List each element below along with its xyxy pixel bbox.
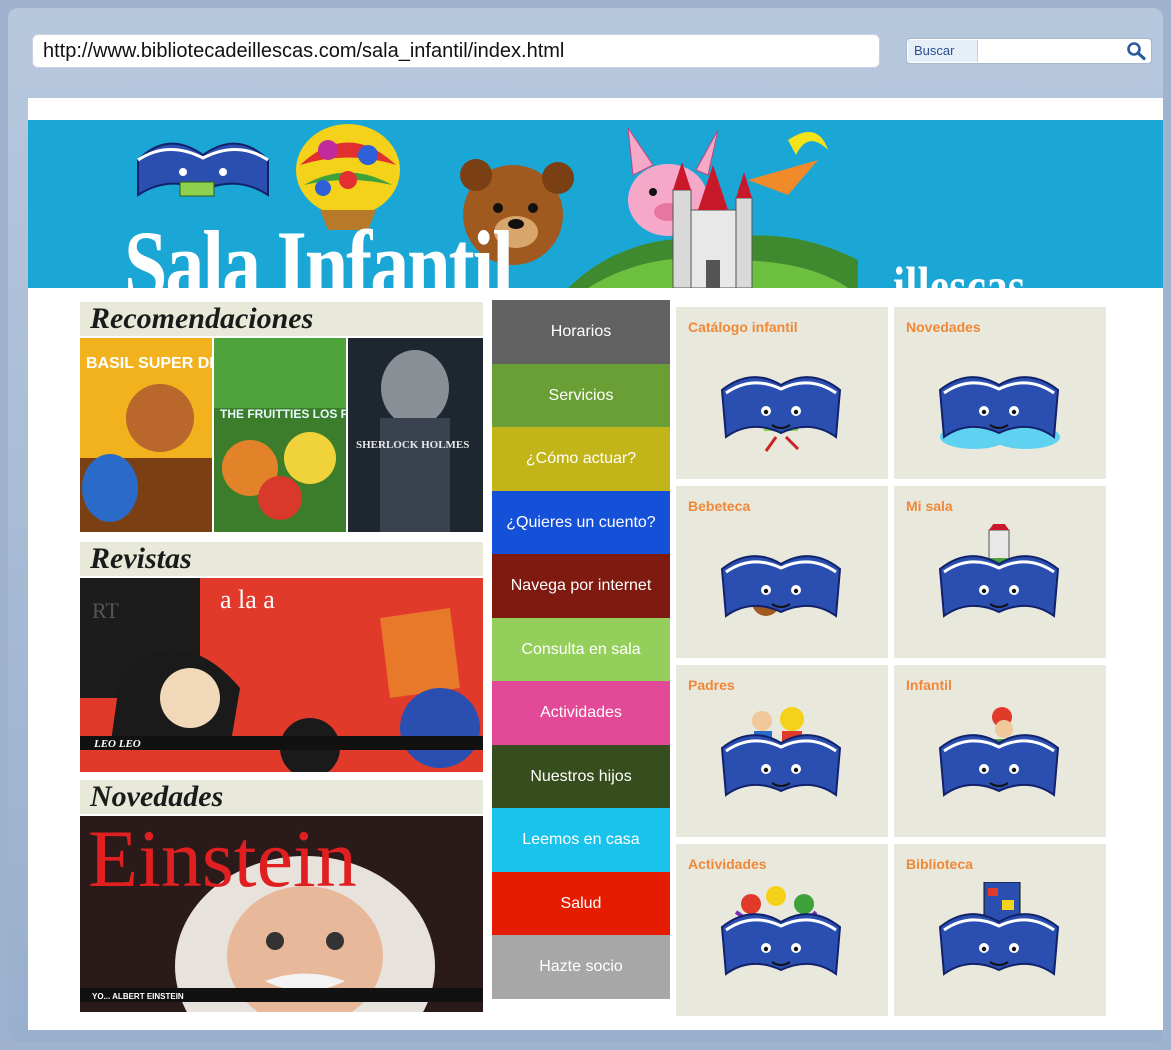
- book-toys-icon: [716, 524, 846, 639]
- search-box: Buscar: [906, 38, 1152, 64]
- menu-item-label: Nuestros hijos: [530, 767, 632, 785]
- category-tile[interactable]: Biblioteca: [894, 844, 1106, 1016]
- tile-label: Catálogo infantil: [688, 319, 798, 335]
- cover-sherlock-title: SHERLOCK HOLMES: [356, 439, 469, 451]
- book-clouds-icon: [934, 345, 1064, 460]
- category-tile[interactable]: Bebeteca: [676, 486, 888, 658]
- category-tile[interactable]: Padres: [676, 665, 888, 837]
- tile-label: Biblioteca: [906, 856, 973, 872]
- cover-sherlock: SHERLOCK HOLMES: [348, 338, 483, 532]
- book-cover-title: Einstein: [88, 816, 357, 904]
- search-input[interactable]: [981, 40, 1121, 62]
- magazine-cover-text: a la a: [220, 585, 275, 614]
- main-menu: Horarios Servicios ¿Cómo actuar? ¿Quieres u…: [492, 300, 670, 999]
- menu-item-label: Navega por internet: [510, 577, 652, 595]
- menu-item[interactable]: Servicios: [492, 363, 670, 427]
- menu-item[interactable]: Actividades: [492, 681, 670, 745]
- category-tile[interactable]: Catálogo infantil: [676, 307, 888, 479]
- menu-item-label: Hazte socio: [539, 958, 623, 976]
- tile-label: Actividades: [688, 856, 767, 872]
- menu-item-label: Actividades: [540, 704, 622, 722]
- search-icon: [1127, 42, 1146, 61]
- category-tile[interactable]: Mi sala: [894, 486, 1106, 658]
- menu-item[interactable]: ¿Quieres un cuento?: [492, 490, 670, 554]
- search-label: Buscar: [908, 40, 978, 62]
- banner-title: Sala Infantil: [124, 209, 514, 288]
- magazine-footer-text: LEO LEO: [93, 738, 141, 750]
- menu-item[interactable]: Navega por internet: [492, 554, 670, 618]
- section-title-novedades: Novedades: [80, 780, 483, 814]
- tile-label: Novedades: [906, 319, 981, 335]
- menu-item[interactable]: Hazte socio: [492, 935, 670, 999]
- section-revistas: Revistas: [80, 542, 483, 576]
- menu-item-label: ¿Cómo actuar?: [525, 450, 637, 468]
- menu-item-label: Consulta en sala: [521, 640, 641, 658]
- tile-label: Padres: [688, 677, 735, 693]
- book-family-icon: [716, 703, 846, 818]
- category-tile[interactable]: Actividades: [676, 844, 888, 1016]
- menu-item[interactable]: Horarios: [492, 300, 670, 364]
- section-title-recomendaciones: Recomendaciones: [80, 302, 483, 336]
- menu-item-label: Servicios: [548, 386, 614, 404]
- menu-item[interactable]: Nuestros hijos: [492, 744, 670, 808]
- section-title-revistas: Revistas: [80, 542, 483, 576]
- book-child-icon: [934, 703, 1064, 818]
- menu-item[interactable]: Consulta en sala: [492, 617, 670, 681]
- book-crafts-icon: [716, 882, 846, 997]
- page-content: Sala Infantil illescas Recomendaciones B…: [28, 98, 1163, 1030]
- magazine-cover[interactable]: a la a RT LEO LEO: [80, 578, 483, 772]
- menu-item-label: Horarios: [550, 323, 612, 341]
- tile-label: Infantil: [906, 677, 952, 693]
- section-novedades: Novedades: [80, 780, 483, 814]
- banner-subtitle: illescas: [893, 256, 1025, 288]
- menu-item-label: Salud: [560, 894, 602, 912]
- category-tile[interactable]: Infantil: [894, 665, 1106, 837]
- section-recomendaciones: Recomendaciones: [80, 302, 483, 336]
- tile-label: Mi sala: [906, 498, 953, 514]
- menu-item[interactable]: ¿Cómo actuar?: [492, 427, 670, 491]
- tile-label: Bebeteca: [688, 498, 751, 514]
- menu-item-label: ¿Quieres un cuento?: [506, 513, 656, 531]
- new-release-cover[interactable]: Einstein YO... ALBERT EINSTEIN: [80, 816, 483, 1012]
- magazine-corner-text: RT: [92, 598, 119, 623]
- menu-item-label: Leemos en casa: [522, 831, 640, 849]
- search-button[interactable]: [1125, 41, 1147, 61]
- book-library-icon: [934, 881, 1064, 997]
- header-banner: Sala Infantil illescas: [28, 120, 1163, 288]
- recommendations-covers[interactable]: BASIL SUPER DETECTIVE THE FRUITTIES LOS …: [80, 338, 483, 532]
- url-bar[interactable]: http://www.bibliotecadeillescas.com/sala…: [32, 34, 880, 68]
- book-reading-icon: [716, 345, 846, 460]
- menu-item[interactable]: Salud: [492, 871, 670, 935]
- book-cover-footer: YO... ALBERT EINSTEIN: [92, 992, 184, 1001]
- book-castle-icon: [934, 516, 1064, 639]
- menu-item[interactable]: Leemos en casa: [492, 808, 670, 872]
- category-tile[interactable]: Novedades: [894, 307, 1106, 479]
